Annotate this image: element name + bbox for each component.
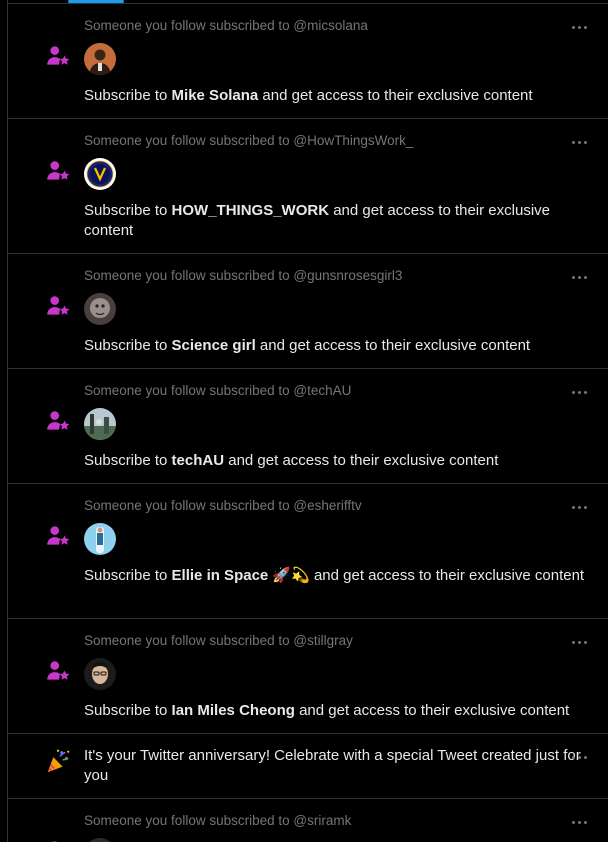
account-name-link[interactable]: techAU [172,452,225,469]
avatar[interactable] [84,43,116,75]
text-prefix: Subscribe to [84,202,172,219]
notification-text: Subscribe to HOW_THINGS_WORK and get acc… [84,201,592,241]
anniversary-text: It's your Twitter anniversary! Celebrate… [84,747,581,784]
subscription-person-star-icon [45,523,71,549]
account-name-link[interactable]: Ellie in Space 🚀💫 [172,567,310,584]
subscription-person-star-icon [45,838,71,842]
text-suffix: and get access to their exclusive conten… [255,337,531,354]
avatar[interactable] [84,408,116,440]
account-name-link[interactable]: Ian Miles Cheong [172,702,295,719]
notification-context: Someone you follow subscribed to @micsol… [84,18,368,33]
avatar[interactable] [84,838,116,842]
account-name-link[interactable]: HOW_THINGS_WORK [172,202,330,219]
notification-item[interactable]: Someone you follow subscribed to @esheri… [8,484,608,619]
avatar[interactable] [84,523,116,555]
notification-text: Subscribe to Mike Solana and get access … [84,86,592,106]
notification-text: Subscribe to Ellie in Space 🚀💫 and get a… [84,566,592,586]
anniversary-notification[interactable]: It's your Twitter anniversary! Celebrate… [8,734,608,799]
notification-item[interactable]: Someone you follow subscribed to @micsol… [8,4,608,119]
party-popper-icon [45,748,71,774]
notification-item[interactable]: Someone you follow subscribed to @HowThi… [8,119,608,254]
more-options-button[interactable] [568,382,590,402]
notification-text: Subscribe to Ian Miles Cheong and get ac… [84,701,592,721]
subscription-person-star-icon [45,293,71,319]
more-options-button[interactable] [568,632,590,652]
notification-context: Someone you follow subscribed to @sriram… [84,813,352,828]
notification-context: Someone you follow subscribed to @stillg… [84,633,353,648]
notification-item[interactable]: Someone you follow subscribed to @gunsnr… [8,254,608,369]
notification-item[interactable]: Someone you follow subscribed to @sriram… [8,799,608,842]
text-prefix: Subscribe to [84,567,172,584]
active-tab-indicator [68,0,124,3]
more-options-button[interactable] [568,132,590,152]
subscription-person-star-icon [45,43,71,69]
account-name-link[interactable]: Mike Solana [172,87,259,104]
text-suffix: and get access to their exclusive conten… [309,567,585,584]
notification-context: Someone you follow subscribed to @HowThi… [84,133,414,148]
subscription-person-star-icon [45,658,71,684]
text-prefix: Subscribe to [84,87,172,104]
notification-context: Someone you follow subscribed to @esheri… [84,498,362,513]
subscription-person-star-icon [45,158,71,184]
text-prefix: Subscribe to [84,702,172,719]
notification-context: Someone you follow subscribed to @gunsnr… [84,268,403,283]
more-options-button[interactable] [568,812,590,832]
more-options-button[interactable] [568,747,590,767]
notification-text: Subscribe to techAU and get access to th… [84,451,592,471]
avatar[interactable] [84,293,116,325]
notification-item[interactable]: Someone you follow subscribed to @techAU… [8,369,608,484]
notification-item[interactable]: Someone you follow subscribed to @stillg… [8,619,608,734]
account-name-link[interactable]: Science girl [172,337,256,354]
text-suffix: and get access to their exclusive conten… [224,452,499,469]
text-suffix: and get access to their exclusive conten… [258,87,533,104]
avatar[interactable] [84,158,116,190]
avatar[interactable] [84,658,116,690]
more-options-button[interactable] [568,17,590,37]
more-options-button[interactable] [568,497,590,517]
notification-context: Someone you follow subscribed to @techAU [84,383,352,398]
more-options-button[interactable] [568,267,590,287]
text-prefix: Subscribe to [84,337,172,354]
notifications-feed: Someone you follow subscribed to @micsol… [7,0,608,842]
text-prefix: Subscribe to [84,452,172,469]
subscription-person-star-icon [45,408,71,434]
text-suffix: and get access to their exclusive conten… [294,702,570,719]
notification-text: Subscribe to Science girl and get access… [84,336,592,356]
